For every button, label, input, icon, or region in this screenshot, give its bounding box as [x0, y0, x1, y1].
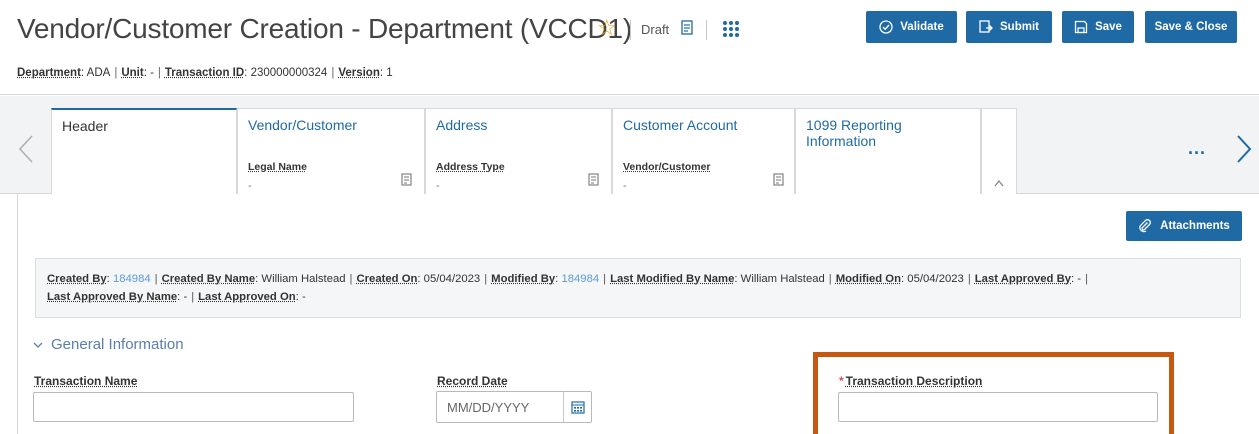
modified-by-link[interactable]: 184984	[561, 273, 599, 285]
highlight-box	[813, 352, 1174, 434]
audit-label: Modified On	[836, 273, 901, 285]
tab-title: Address	[436, 117, 487, 133]
audit-label: Created On	[356, 273, 417, 285]
document-icon[interactable]	[588, 173, 600, 187]
attachments-label: Attachments	[1160, 220, 1230, 232]
record-date-label: Record Date	[437, 374, 508, 388]
created-by-link[interactable]: 184984	[113, 273, 151, 285]
save-close-label: Save & Close	[1155, 21, 1228, 33]
status-badge: Draft	[641, 22, 669, 37]
audit-info-panel: Created By: 184984 | Created By Name: Will…	[35, 258, 1241, 318]
submit-label: Submit	[1000, 21, 1039, 33]
audit-value: -	[302, 291, 306, 303]
tab-customer-account[interactable]: Customer Account Vendor/Customer -	[612, 108, 795, 194]
meta-key: Department	[17, 67, 81, 79]
transaction-name-input[interactable]	[33, 392, 354, 422]
document-icon[interactable]	[401, 173, 413, 187]
chevron-down-icon	[33, 340, 43, 350]
transaction-name-label: Transaction Name	[34, 374, 137, 388]
section-title: General Information	[51, 336, 184, 353]
tab-title: Vendor/Customer	[248, 117, 357, 133]
tab-address[interactable]: Address Address Type -	[425, 108, 612, 194]
validate-button[interactable]: Validate	[866, 11, 957, 43]
tab-1099-reporting[interactable]: 1099 Reporting Information	[795, 108, 981, 194]
tabs-collapse-toggle[interactable]	[981, 108, 1017, 194]
divider	[630, 20, 631, 40]
audit-value: William Halstead	[741, 273, 825, 285]
tab-title: 1099 Reporting Information	[806, 117, 946, 149]
tab-field-label: Legal Name	[248, 161, 307, 173]
save-label: Save	[1095, 21, 1122, 33]
audit-label: Last Approved On	[198, 291, 296, 303]
general-information-toggle[interactable]: General Information	[33, 336, 184, 353]
paperclip-icon	[1138, 219, 1152, 233]
audit-value: 05/04/2023	[424, 273, 481, 285]
submit-icon	[979, 20, 993, 34]
tab-field-label: Address Type	[436, 161, 505, 173]
calendar-icon	[571, 400, 585, 414]
more-tabs-button[interactable]: ...	[1188, 138, 1206, 159]
page-title: Vendor/Customer Creation - Department (V…	[17, 13, 632, 45]
audit-label: Modified By	[491, 273, 555, 285]
tab-header[interactable]: Header	[51, 108, 237, 194]
tab-field-value: -	[436, 180, 440, 192]
audit-value: 05/04/2023	[907, 273, 964, 285]
chevron-right-icon[interactable]	[1234, 134, 1254, 164]
validate-label: Validate	[900, 21, 943, 33]
tab-field-value: -	[248, 180, 252, 192]
audit-value: -	[183, 291, 187, 303]
meta-value: 230000000324	[251, 67, 328, 79]
audit-label: Last Approved By	[975, 273, 1071, 285]
attachments-button[interactable]: Attachments	[1126, 211, 1242, 241]
transaction-meta: Department: ADA | Unit: - | Transaction ID: …	[17, 67, 393, 79]
apps-grid-icon[interactable]	[722, 20, 740, 38]
section-tab-strip: Header Vendor/Customer Legal Name - Addr…	[0, 96, 1259, 194]
favorite-star-icon[interactable]: ☆	[597, 17, 617, 39]
save-button[interactable]: Save	[1062, 11, 1134, 43]
tab-field-value: -	[623, 180, 627, 192]
tab-title: Header	[62, 118, 108, 134]
chevron-left-icon[interactable]	[16, 134, 36, 164]
divider	[706, 20, 707, 40]
meta-key: Unit	[121, 67, 143, 79]
audit-label: Created By	[47, 273, 107, 285]
meta-value: -	[150, 67, 154, 79]
meta-value: 1	[386, 67, 392, 79]
meta-key: Version	[338, 67, 380, 79]
check-circle-icon	[879, 20, 893, 34]
page-header: Vendor/Customer Creation - Department (V…	[0, 0, 1259, 95]
audit-label: Last Approved By Name	[47, 291, 177, 303]
calendar-button[interactable]	[563, 391, 591, 423]
meta-value: ADA	[87, 67, 111, 79]
document-icon[interactable]	[773, 173, 785, 187]
audit-label: Created By Name	[162, 273, 256, 285]
audit-label: Last Modified By Name	[610, 273, 734, 285]
audit-value: -	[1077, 273, 1081, 285]
floppy-disk-icon	[1074, 20, 1088, 34]
tab-vendor-customer[interactable]: Vendor/Customer Legal Name -	[237, 108, 425, 194]
document-icon[interactable]	[681, 20, 694, 36]
tab-field-label: Vendor/Customer	[623, 161, 711, 173]
tab-title: Customer Account	[623, 117, 737, 133]
meta-key: Transaction ID	[165, 67, 244, 79]
submit-button[interactable]: Submit	[966, 11, 1052, 43]
save-and-close-button[interactable]: Save & Close	[1145, 11, 1237, 43]
audit-value: William Halstead	[261, 273, 345, 285]
chevron-up-icon	[994, 179, 1004, 187]
